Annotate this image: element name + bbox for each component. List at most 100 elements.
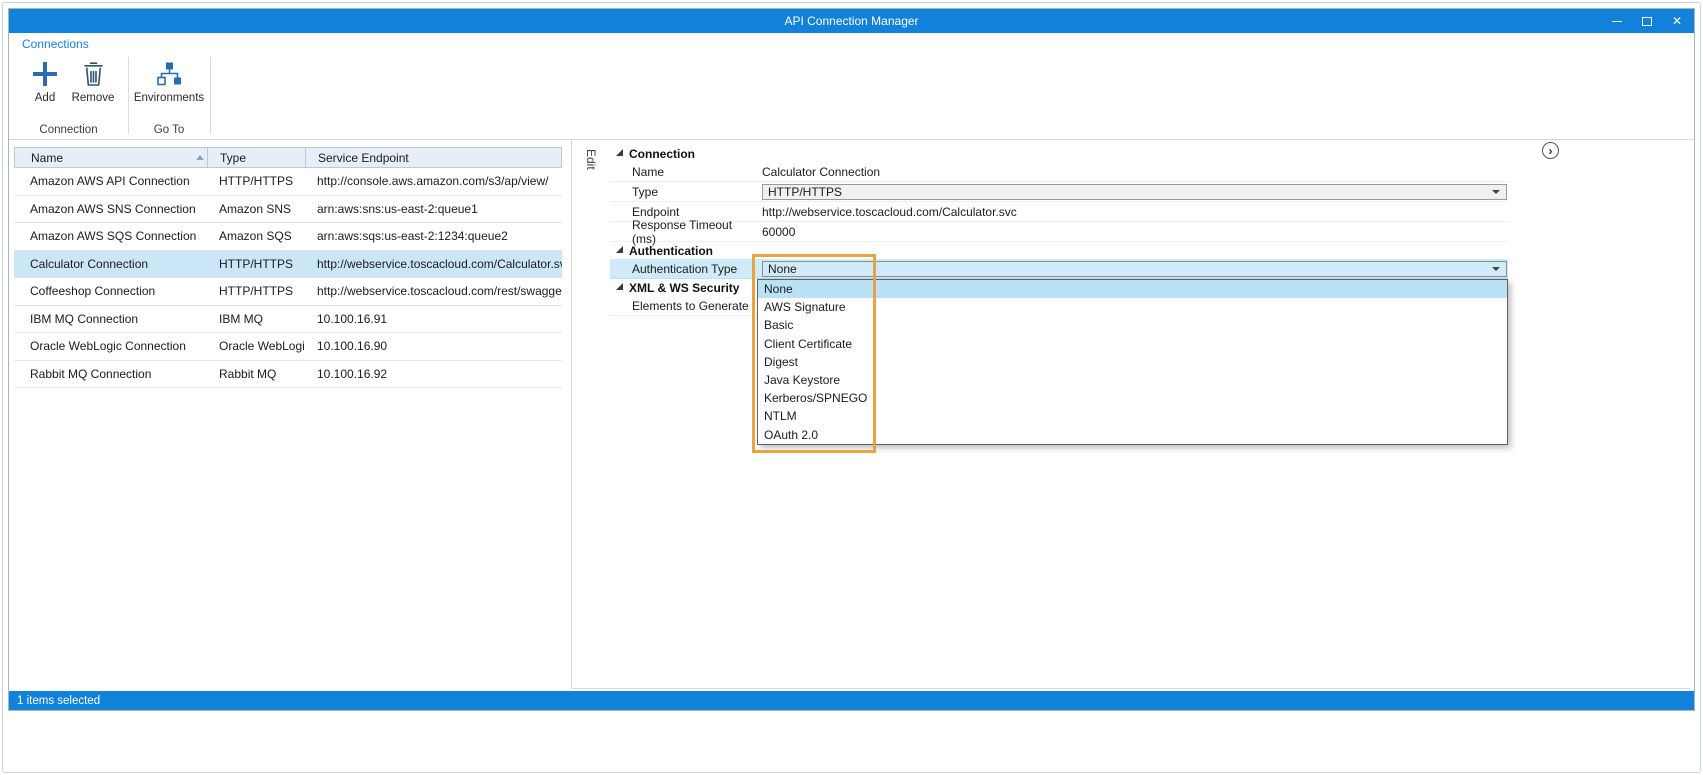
table-row[interactable]: Amazon AWS SQS Connection Amazon SQS arn… — [14, 223, 562, 251]
dropdown-option-basic[interactable]: Basic — [758, 316, 1507, 334]
chevron-right-icon: › — [1549, 144, 1553, 158]
table-row[interactable]: IBM MQ Connection IBM MQ 10.100.16.91 — [14, 306, 562, 334]
cell-type: HTTP/HTTPS — [207, 278, 305, 305]
dropdown-option-aws-signature[interactable]: AWS Signature — [758, 298, 1507, 316]
dropdown-option-kerberos-spnego[interactable]: Kerberos/SPNEGO — [758, 389, 1507, 407]
property-label: Response Timeout (ms) — [610, 222, 757, 241]
tab-connections[interactable]: Connections — [22, 37, 89, 51]
chevron-down-icon — [1492, 267, 1500, 271]
window-title: API Connection Manager — [9, 9, 1694, 33]
property-label: Name — [610, 162, 757, 181]
environments-button[interactable]: Environments — [131, 60, 207, 104]
remove-button-label: Remove — [72, 92, 115, 104]
property-row-type: Type HTTP/HTTPS — [610, 182, 1508, 202]
type-dropdown-value: HTTP/HTTPS — [768, 185, 842, 199]
minimize-icon — [1612, 21, 1622, 22]
endpoint-field[interactable]: http://webservice.toscacloud.com/Calcula… — [757, 202, 1508, 221]
edit-tab[interactable]: Edit — [584, 149, 598, 170]
collapse-panel-button[interactable]: › — [1542, 142, 1559, 159]
cell-name: Oracle WebLogic Connection — [14, 333, 207, 360]
dropdown-option-oauth-2-0[interactable]: OAuth 2.0 — [758, 426, 1507, 444]
table-row-selected[interactable]: Calculator Connection HTTP/HTTPS http://… — [14, 251, 562, 279]
close-button[interactable]: ✕ — [1662, 9, 1692, 33]
property-row-authentication-type: Authentication Type None — [610, 259, 1508, 279]
cell-type: HTTP/HTTPS — [207, 251, 305, 278]
cell-name: Amazon AWS SNS Connection — [14, 196, 207, 223]
dropdown-option-java-keystore[interactable]: Java Keystore — [758, 371, 1507, 389]
cell-name: Rabbit MQ Connection — [14, 361, 207, 388]
expander-icon — [616, 283, 623, 290]
cell-name: Amazon AWS SQS Connection — [14, 223, 207, 250]
property-label: Elements to Generate — [610, 296, 757, 315]
table-row[interactable]: Amazon AWS API Connection HTTP/HTTPS htt… — [14, 168, 562, 196]
column-header-endpoint[interactable]: Service Endpoint — [306, 148, 561, 167]
type-dropdown[interactable]: HTTP/HTTPS — [762, 184, 1507, 200]
column-header-name-label: Name — [31, 151, 63, 165]
cell-endpoint: arn:aws:sqs:us-east-2:1234:queue2 — [305, 223, 562, 250]
connections-table: Name Type Service Endpoint Amazon AWS AP… — [14, 147, 562, 687]
table-row[interactable]: Coffeeshop Connection HTTP/HTTPS http://… — [14, 278, 562, 306]
property-label: Authentication Type — [610, 259, 757, 278]
cell-endpoint: http://webservice.toscacloud.com/rest/sw… — [305, 278, 562, 305]
toolbar-separator — [210, 57, 211, 134]
environments-icon — [156, 60, 183, 87]
cell-type: Rabbit MQ — [207, 361, 305, 388]
cell-type: IBM MQ — [207, 306, 305, 333]
cell-endpoint: 10.100.16.91 — [305, 306, 562, 333]
add-button[interactable]: Add — [25, 60, 65, 104]
edit-panel-border — [571, 688, 1690, 689]
type-field-wrap: HTTP/HTTPS — [757, 182, 1508, 201]
name-field[interactable]: Calculator Connection — [757, 162, 1508, 181]
response-timeout-field[interactable]: 60000 — [757, 222, 1508, 241]
add-button-label: Add — [35, 92, 55, 104]
cell-name: IBM MQ Connection — [14, 306, 207, 333]
group-label: Authentication — [629, 244, 713, 258]
panel-splitter[interactable] — [571, 140, 572, 689]
minimize-button[interactable] — [1602, 9, 1632, 33]
toolbar-separator — [128, 57, 129, 134]
auth-type-field-wrap: None — [757, 259, 1508, 278]
property-grid: Connection Name Calculator Connection Ty… — [610, 145, 1508, 685]
dropdown-option-client-certificate[interactable]: Client Certificate — [758, 335, 1507, 353]
dropdown-option-digest[interactable]: Digest — [758, 353, 1507, 371]
dropdown-option-ntlm[interactable]: NTLM — [758, 407, 1507, 425]
column-header-type-label: Type — [220, 151, 246, 165]
cell-type: Amazon SQS — [207, 223, 305, 250]
cell-endpoint: http://console.aws.amazon.com/s3/ap/view… — [305, 168, 562, 195]
title-bar: API Connection Manager ✕ — [9, 9, 1694, 33]
cell-endpoint: 10.100.16.90 — [305, 333, 562, 360]
group-label: XML & WS Security — [629, 281, 739, 295]
authentication-type-dropdown[interactable]: None — [762, 261, 1507, 277]
sort-ascending-icon — [196, 155, 204, 160]
environments-button-label: Environments — [134, 92, 204, 104]
status-text: 1 items selected — [17, 695, 100, 707]
cell-type: Oracle WebLogic — [207, 333, 305, 360]
column-header-type[interactable]: Type — [208, 148, 306, 167]
remove-button[interactable]: Remove — [67, 60, 119, 104]
app-window: API Connection Manager ✕ Connections Add — [8, 8, 1695, 711]
close-icon: ✕ — [1672, 15, 1682, 27]
authentication-type-value: None — [768, 262, 797, 276]
table-row[interactable]: Oracle WebLogic Connection Oracle WebLog… — [14, 333, 562, 361]
maximize-button[interactable] — [1632, 9, 1662, 33]
cell-type: HTTP/HTTPS — [207, 168, 305, 195]
cell-name: Coffeeshop Connection — [14, 278, 207, 305]
chevron-down-icon — [1492, 190, 1500, 194]
property-label: Type — [610, 182, 757, 201]
table-row[interactable]: Amazon AWS SNS Connection Amazon SNS arn… — [14, 196, 562, 224]
column-header-endpoint-label: Service Endpoint — [318, 151, 409, 165]
property-row-name: Name Calculator Connection — [610, 162, 1508, 182]
column-header-name[interactable]: Name — [15, 148, 208, 167]
table-row[interactable]: Rabbit MQ Connection Rabbit MQ 10.100.16… — [14, 361, 562, 389]
main-content: Name Type Service Endpoint Amazon AWS AP… — [9, 140, 1694, 691]
group-header-connection[interactable]: Connection — [610, 145, 1508, 162]
cell-endpoint: 10.100.16.92 — [305, 361, 562, 388]
maximize-icon — [1642, 17, 1652, 26]
dropdown-option-none[interactable]: None — [758, 280, 1507, 298]
plus-icon — [32, 60, 58, 87]
property-row-response-timeout: Response Timeout (ms) 60000 — [610, 222, 1508, 242]
expander-icon — [616, 149, 623, 156]
toolbar-group-goto: Go To — [128, 124, 210, 136]
group-label: Connection — [629, 147, 695, 161]
cell-type: Amazon SNS — [207, 196, 305, 223]
